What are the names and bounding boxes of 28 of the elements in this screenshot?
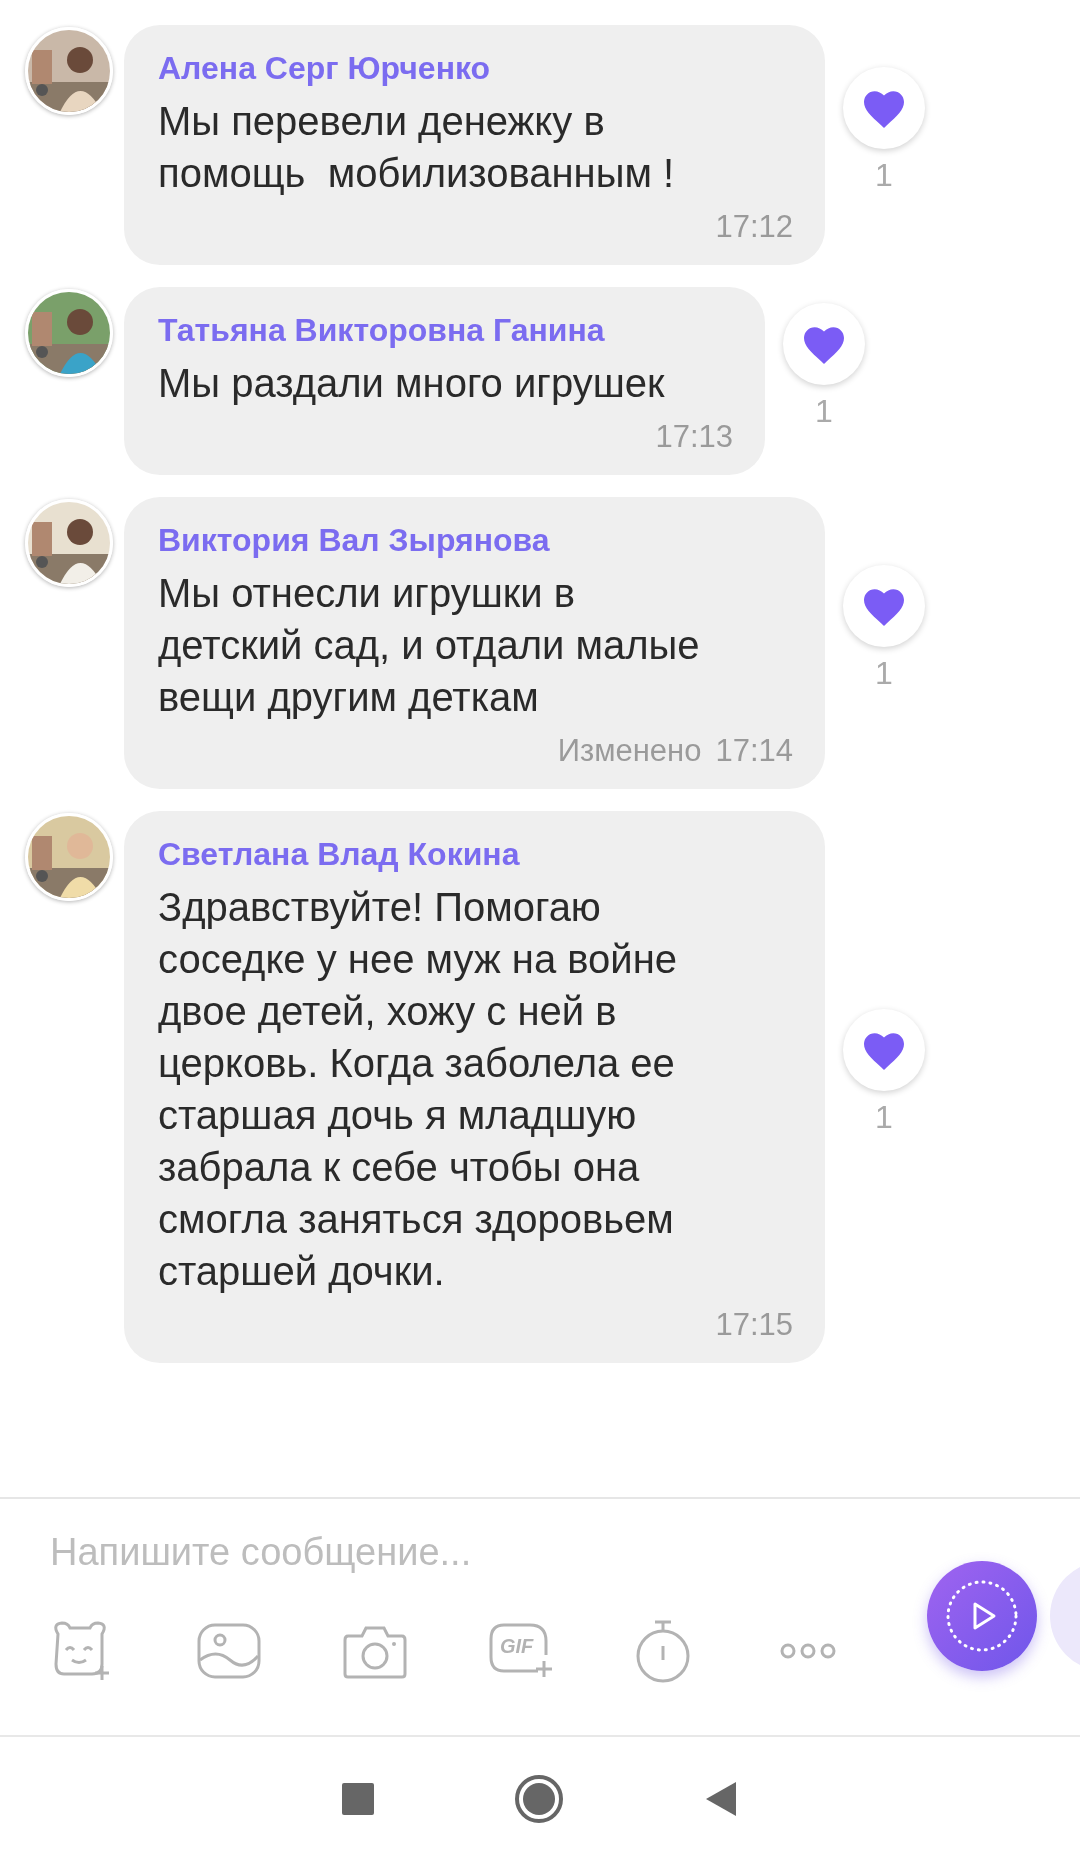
like-count: 1 — [875, 1098, 893, 1136]
like-count: 1 — [875, 654, 893, 692]
message-time: 17:12 — [715, 208, 793, 246]
message-time: 17:14 — [715, 732, 793, 770]
like-button[interactable] — [843, 1008, 925, 1091]
message-text: Здравствуйте! Помогаю соседке у нее муж на войне двое детей, хожу с ней в церковь. Когда заболела ее старшая дочь я младшую забрала к себе чтобы она смогла заняться здоровьем старшей дочки. — [158, 884, 678, 1295]
author-name[interactable]: Алена Серг Юрченко — [158, 47, 793, 89]
like-count: 1 — [875, 156, 893, 194]
like-button[interactable] — [843, 66, 925, 149]
message-time: 17:13 — [655, 418, 733, 456]
like-count: 1 — [815, 392, 833, 430]
more-icon — [780, 1643, 836, 1659]
message-text: Мы отнесли игрушки в детский сад, и отдали малые вещи другим деткам — [158, 570, 701, 721]
home-button[interactable] — [514, 1774, 564, 1824]
like-button[interactable] — [783, 302, 865, 385]
message-time: 17:15 — [715, 1306, 793, 1344]
author-name[interactable]: Светлана Влад Кокина — [158, 833, 793, 875]
gif-button[interactable]: GIF — [488, 1616, 634, 1686]
author-name[interactable]: Татьяна Викторовна Ганина — [158, 309, 733, 351]
timer-icon — [634, 1618, 692, 1684]
message-text: Мы раздали много игрушек — [158, 360, 666, 407]
image-icon — [196, 1622, 262, 1680]
author-name[interactable]: Виктория Вал Зырянова — [158, 519, 793, 561]
record-button[interactable] — [927, 1561, 1037, 1671]
edited-label: Изменено — [557, 732, 702, 770]
message-text: Мы перевели денежку в помощь мобилизованным ! — [158, 98, 676, 197]
back-button[interactable] — [704, 1780, 738, 1818]
like-button[interactable] — [843, 564, 925, 647]
